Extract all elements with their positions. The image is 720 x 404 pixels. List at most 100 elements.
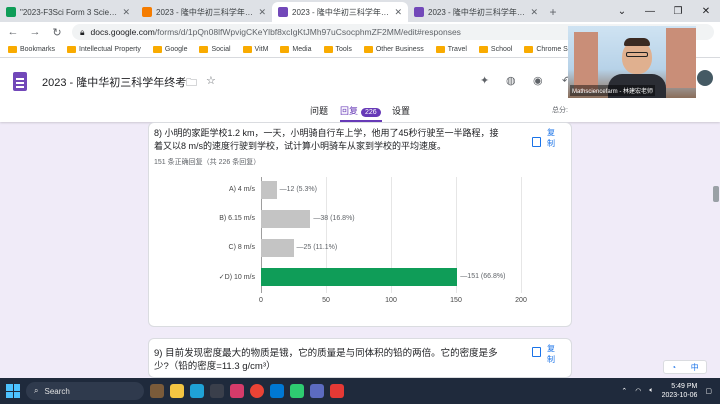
folder-icon — [478, 46, 488, 53]
taskbar-search-label: Search — [44, 386, 70, 396]
data-label: —25 (11.1%) — [296, 244, 338, 251]
bar — [261, 268, 458, 286]
question-card-9: 9) 目前发现密度最大的物质是锇，它的质量是与同体积的铅的两倍。它的密度是多少?… — [148, 338, 572, 378]
bookmark-item[interactable]: Media — [280, 46, 312, 53]
responses-count-badge: 226 — [361, 108, 381, 117]
bookmark-item[interactable]: Bookmarks — [8, 46, 55, 53]
tab-responses-label: 回复 — [340, 106, 359, 116]
data-label: —151 (66.8%) — [460, 273, 506, 280]
presenter-glasses — [626, 52, 648, 57]
copy-icon[interactable] — [532, 347, 541, 357]
search-icon: ⌕ — [34, 386, 39, 395]
folder-icon — [524, 46, 534, 53]
notification-icon[interactable]: ▢ — [705, 387, 712, 395]
windows-start-icon[interactable] — [6, 384, 20, 398]
data-label: —38 (16.8%) — [313, 215, 355, 222]
background-building — [574, 32, 598, 92]
x-tick-label: 150 — [450, 297, 462, 304]
app-icon[interactable] — [230, 384, 244, 398]
windows-taskbar: ⌕ Search ⌃ ◠ 🔈︎ 5:49 PM 2023-10-06 ▢ — [0, 378, 720, 404]
forward-icon[interactable]: → — [28, 26, 42, 38]
browser-tab-3[interactable]: 2023 - 隆中华初三科学年终考 ✕ — [272, 2, 408, 22]
folder-icon — [8, 46, 17, 53]
form-title[interactable]: 2023 - 隆中华初三科学年终考 — [42, 74, 186, 90]
folder-icon — [152, 46, 162, 53]
correct-response-count: 151 条正确回复（共 226 条回复） — [154, 159, 261, 166]
webcam-caption: Mathsciencefarm - 林建宏老师 — [570, 85, 656, 96]
url-host: docs.google.com — [90, 27, 155, 37]
browser-tab-2[interactable]: 2023 - 隆中华初三科学年终考 ✕ — [136, 2, 272, 22]
category-label: C) 8 m/s — [228, 244, 255, 251]
folder-icon — [242, 46, 252, 53]
gridline — [521, 177, 522, 293]
browser-tab-title: 2023 - 隆中华初三科学年终考 — [428, 7, 527, 17]
bookmark-item[interactable]: Intellectual Property — [67, 46, 141, 53]
tab-search-icon[interactable]: ⌄ — [608, 0, 636, 22]
bar — [261, 239, 294, 257]
volume-icon[interactable]: 🔈︎ — [649, 387, 653, 395]
back-icon[interactable]: ← — [6, 26, 20, 38]
bookmark-item[interactable]: Tools — [323, 46, 352, 53]
webcam-overlay: Mathsciencefarm - 林建宏老师 — [568, 26, 696, 98]
taskbar-search[interactable]: ⌕ Search — [26, 382, 144, 400]
app-icon[interactable] — [330, 384, 344, 398]
browser-tab-1[interactable]: "2023-F3Sci Form 3 Science"的副 ✕ — [0, 2, 136, 22]
page-scrollbar[interactable] — [713, 186, 719, 202]
widgets-app-icon[interactable] — [150, 384, 164, 398]
new-tab-button[interactable]: + — [544, 2, 562, 22]
browser-tab-title: 2023 - 隆中华初三科学年终考 — [292, 7, 391, 17]
bookmark-item[interactable]: School — [478, 46, 512, 53]
chrome-icon[interactable] — [250, 384, 264, 398]
category-label: A) 4 m/s — [228, 186, 255, 193]
window-controls: ⌄ — ❐ ✕ — [608, 0, 720, 22]
clock[interactable]: 5:49 PM 2023-10-06 — [662, 382, 698, 400]
bookmark-item[interactable]: VitM — [242, 46, 268, 53]
reload-icon[interactable]: ↻ — [50, 26, 64, 39]
app-icon[interactable] — [310, 384, 324, 398]
forms-favicon-icon — [278, 7, 288, 17]
copy-button[interactable]: 复制 — [547, 127, 555, 149]
bookmark-item[interactable]: Google — [152, 46, 187, 53]
app-icon[interactable] — [270, 384, 284, 398]
browser-tab-strip: "2023-F3Sci Form 3 Science"的副 ✕ 2023 - 隆… — [0, 0, 720, 22]
wifi-icon[interactable]: ◠ — [635, 387, 641, 395]
bookmark-item[interactable]: Travel — [435, 46, 467, 53]
x-tick-label: 50 — [322, 297, 330, 304]
copy-button[interactable]: 复制 — [547, 343, 555, 365]
forms-logo-icon[interactable] — [13, 72, 27, 91]
question-text: 9) 目前发现密度最大的物质是锇，它的质量是与同体积的铅的两倍。它的密度是多少?… — [154, 348, 498, 372]
star-icon[interactable]: ☆ — [206, 74, 216, 87]
edge-icon[interactable] — [190, 384, 204, 398]
x-tick-label: 0 — [259, 297, 263, 304]
palette-icon[interactable]: ◍ — [506, 74, 516, 87]
close-tab-icon[interactable]: ✕ — [530, 7, 538, 18]
preview-eye-icon[interactable]: ◉ — [533, 74, 543, 87]
close-tab-icon[interactable]: ✕ — [122, 7, 130, 18]
tab-responses[interactable]: 回复 226 — [340, 104, 381, 117]
close-tab-icon[interactable]: ✕ — [258, 7, 266, 18]
app-icon[interactable] — [290, 384, 304, 398]
tab-questions[interactable]: 问题 — [310, 104, 328, 117]
ime-indicator[interactable]: ◔ 中 — [663, 360, 707, 374]
account-avatar[interactable] — [697, 70, 713, 86]
browser-tab-4[interactable]: 2023 - 隆中华初三科学年终考 ✕ — [408, 2, 544, 22]
copy-icon[interactable] — [532, 137, 541, 147]
bookmark-item[interactable]: Other Business — [363, 46, 424, 53]
folder-move-icon[interactable]: 🗀 — [186, 74, 197, 93]
addon-icon[interactable]: ✦ — [480, 74, 489, 87]
close-window-icon[interactable]: ✕ — [692, 0, 720, 22]
store-icon[interactable] — [210, 384, 224, 398]
question-text: 8) 小明的家距学校1.2 km，一天，小明骑自行车上学，他用了45秒行驶至一半… — [154, 128, 499, 151]
score-label: 总分: — [552, 107, 568, 114]
bookmark-item[interactable]: Social — [199, 46, 231, 53]
chevron-up-icon[interactable]: ⌃ — [621, 387, 627, 395]
tab-settings[interactable]: 设置 — [392, 104, 410, 117]
form-tabs: 问题 回复 226 设置 — [0, 100, 720, 122]
file-explorer-icon[interactable] — [170, 384, 184, 398]
minimize-icon[interactable]: — — [636, 0, 664, 22]
maximize-icon[interactable]: ❐ — [664, 0, 692, 22]
bar — [261, 181, 277, 199]
x-tick-label: 100 — [385, 297, 397, 304]
close-tab-icon[interactable]: ✕ — [394, 7, 402, 18]
clock-time: 5:49 PM — [671, 383, 698, 390]
